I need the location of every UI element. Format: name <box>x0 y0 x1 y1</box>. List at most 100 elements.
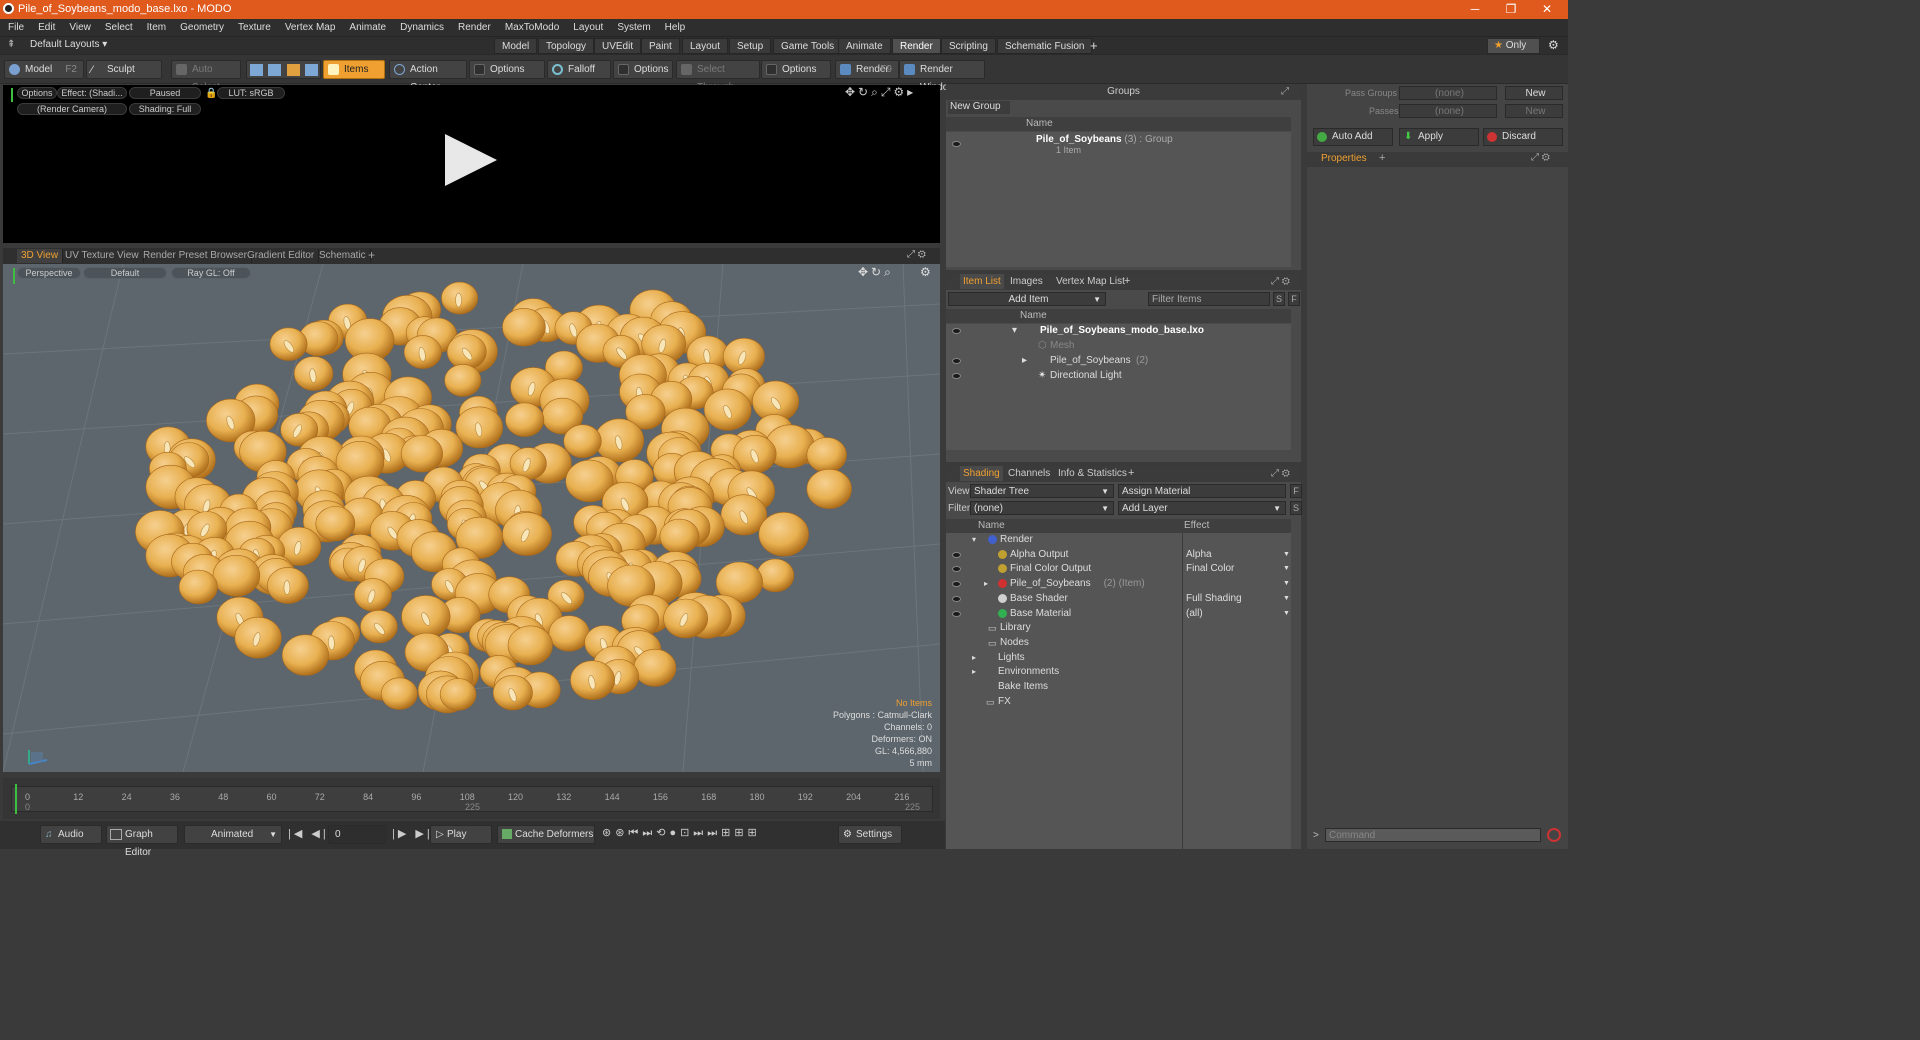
shader-row[interactable]: Alpha Output Alpha ▼ <box>946 548 1291 563</box>
eye-icon[interactable] <box>952 551 961 558</box>
timeline[interactable]: 0 12 24 36 48 60 72 84 96 108 120 132 144 156 168 180 19… <box>3 778 940 819</box>
render-window-button[interactable]: Render Window <box>899 60 985 93</box>
eye-icon[interactable] <box>952 141 961 147</box>
tab-topology[interactable]: Topology <box>538 38 595 54</box>
eye-icon[interactable] <box>952 358 961 364</box>
shader-row[interactable]: ▭ Nodes <box>946 636 1291 651</box>
menu-animate[interactable]: Animate <box>341 19 392 36</box>
shader-row[interactable]: ▾ Render <box>946 533 1291 548</box>
soybean-pile-model[interactable] <box>3 264 940 772</box>
tab-uvedit[interactable]: UVEdit <box>594 38 642 54</box>
groups-expand-icon[interactable]: ⤢ <box>1281 84 1289 99</box>
minimize-button[interactable]: ─ <box>1460 1 1490 17</box>
preview-lut-dropdown[interactable]: LUT: sRGB <box>217 87 285 99</box>
shader-row[interactable]: ▭ Library <box>946 621 1291 636</box>
menu-maxtomodo[interactable]: MaxToModo <box>497 19 565 36</box>
expand-arrow-icon[interactable]: ▾ <box>972 533 976 547</box>
new-pass-button[interactable]: New <box>1505 104 1563 118</box>
shader-row-effect[interactable]: Final Color <box>1186 562 1234 576</box>
shading-s-button[interactable]: S <box>1290 501 1302 515</box>
eye-icon[interactable] <box>952 328 961 334</box>
play-button[interactable]: ▷ Play <box>430 825 492 844</box>
tab-model[interactable]: Model <box>494 38 538 54</box>
tab-schematic[interactable]: Schematic <box>315 249 371 263</box>
shader-row[interactable]: ▸ Environments <box>946 665 1291 680</box>
menu-render[interactable]: Render <box>450 19 497 36</box>
menu-help[interactable]: Help <box>657 19 692 36</box>
preview-effect-dropdown[interactable]: Effect: (Shadi... <box>57 87 127 99</box>
expand-arrow-icon[interactable]: ▸ <box>1022 354 1027 368</box>
expand-arrow-icon[interactable]: ▸ <box>972 651 976 665</box>
tab-shading[interactable]: Shading <box>960 466 1003 481</box>
add-layout-tab-button[interactable]: + <box>1090 38 1098 53</box>
command-input[interactable]: Command <box>1325 828 1541 842</box>
filter-items-input[interactable]: Filter Items <box>1148 292 1270 306</box>
shader-row-effect[interactable]: (all) <box>1186 607 1203 621</box>
menu-texture[interactable]: Texture <box>230 19 277 36</box>
add-shading-tab-button[interactable]: + <box>1128 466 1134 481</box>
tab-schematic-fusion[interactable]: Schematic Fusion <box>997 38 1093 54</box>
select-options-button[interactable]: Options <box>761 60 831 79</box>
expand-icon[interactable]: ⤢ ⚙ <box>907 249 926 260</box>
item-list-f-button[interactable]: F <box>1288 292 1300 306</box>
tab-setup[interactable]: Setup <box>729 38 772 54</box>
new-group-button[interactable]: New Group <box>948 101 1010 114</box>
skip-back-buttons[interactable]: |◀ ◀| <box>288 827 329 840</box>
menu-select[interactable]: Select <box>97 19 139 36</box>
tab-render[interactable]: Render <box>892 38 941 54</box>
tab-scripting[interactable]: Scripting <box>941 38 996 54</box>
menu-file[interactable]: File <box>0 19 30 36</box>
tab-info-statistics[interactable]: Info & Statistics <box>1058 466 1127 481</box>
items-mode-button[interactable]: Items <box>323 60 385 79</box>
item-row-soybeans[interactable]: ▸ Pile_of_Soybeans (2) <box>946 354 1291 369</box>
polygons-mode-icon[interactable] <box>287 64 300 76</box>
auto-add-button[interactable]: Auto Add <box>1313 128 1393 146</box>
eye-icon[interactable] <box>952 610 961 617</box>
preview-options-button[interactable]: Options <box>17 87 57 99</box>
shader-row[interactable]: ▭ FX <box>946 695 1291 710</box>
shading-f-button[interactable]: F <box>1290 484 1302 498</box>
key-tool-icons[interactable]: ⊛⊛⏮⏭⟲●⊡⏭⏭⊞⊞⊞ <box>602 826 761 840</box>
preview-paused-toggle[interactable]: Paused <box>129 87 201 99</box>
graph-editor-button[interactable]: Graph Editor <box>106 825 178 858</box>
cache-deformers-button[interactable]: Cache Deformers <box>497 825 595 844</box>
menu-view[interactable]: View <box>61 19 97 36</box>
add-item-list-tab-button[interactable]: + <box>1124 274 1130 289</box>
tab-3d-view[interactable]: 3D View <box>17 249 64 263</box>
action-center-button[interactable]: Action Center <box>389 60 467 93</box>
menu-system[interactable]: System <box>609 19 656 36</box>
item-row-scene[interactable]: ▾ Pile_of_Soybeans_modo_base.lxo <box>946 324 1291 339</box>
tab-images[interactable]: Images <box>1010 274 1043 289</box>
close-button[interactable]: ✕ <box>1532 1 1562 17</box>
shader-row[interactable]: Base Shader Full Shading ▼ <box>946 592 1291 607</box>
apply-button[interactable]: ⬇ Apply <box>1399 128 1479 146</box>
item-list-s-button[interactable]: S <box>1273 292 1285 306</box>
lock-icon[interactable]: 🔒 <box>205 88 217 99</box>
falloff-button[interactable]: Falloff <box>547 60 611 79</box>
passes-dropdown[interactable]: (none) <box>1399 104 1497 118</box>
tab-animate[interactable]: Animate <box>838 38 891 54</box>
render-button[interactable]: Render F9 <box>835 60 899 79</box>
shader-row[interactable]: ▸ Pile_of_Soybeans (2) (Item) ▼ <box>946 577 1291 592</box>
group-item-row[interactable]: Pile_of_Soybeans (3) : Group <box>1036 134 1173 145</box>
expand-arrow-icon[interactable]: ▸ <box>972 665 976 679</box>
gear-icon[interactable]: ⚙ <box>1548 38 1559 52</box>
perspective-dropdown[interactable]: Perspective <box>17 267 81 279</box>
model-mode-button[interactable]: Model F2 <box>4 60 84 79</box>
menu-item[interactable]: Item <box>139 19 172 36</box>
auto-select-button[interactable]: Auto Select <box>171 60 241 93</box>
preview-camera-dropdown[interactable]: (Render Camera) <box>17 103 127 115</box>
add-layer-dropdown[interactable]: Add Layer ▼ <box>1118 501 1286 515</box>
tab-gradient-editor[interactable]: Gradient Editor <box>243 249 320 263</box>
eye-icon[interactable] <box>952 595 961 602</box>
filter-dropdown[interactable]: (none) ▼ <box>970 501 1114 515</box>
item-row-mesh[interactable]: ⬡ Mesh <box>946 339 1291 354</box>
shader-row[interactable]: ▸ Lights <box>946 651 1291 666</box>
tab-paint[interactable]: Paint <box>641 38 680 54</box>
item-list-expand-icon[interactable]: ⤢ ⚙ <box>1271 274 1290 289</box>
falloff-options-button[interactable]: Options <box>613 60 673 79</box>
shading-style-dropdown[interactable]: Default <box>83 267 167 279</box>
add-properties-tab-button[interactable]: + <box>1379 152 1385 164</box>
shader-row[interactable]: Final Color Output Final Color ▼ <box>946 562 1291 577</box>
select-through-button[interactable]: Select Through <box>676 60 760 93</box>
